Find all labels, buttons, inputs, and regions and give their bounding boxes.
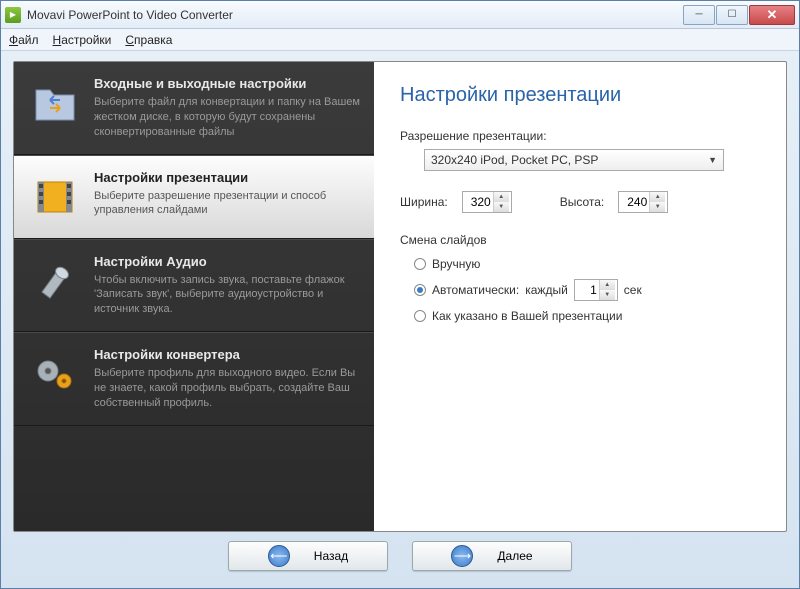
menu-file[interactable]: Файл — [9, 33, 39, 47]
radio-auto-row[interactable]: Автоматически: каждый ▲▼ сек — [414, 279, 760, 301]
megaphone-icon — [28, 254, 82, 308]
height-input[interactable] — [619, 195, 649, 209]
menu-settings[interactable]: Настройки — [53, 33, 112, 47]
folder-icon — [28, 76, 82, 130]
auto-every-label: каждый — [525, 283, 568, 297]
width-label: Ширина: — [400, 195, 448, 209]
back-button[interactable]: ⟵ Назад — [228, 541, 388, 571]
radio-manual-label: Вручную — [432, 257, 480, 271]
resolution-value: 320x240 iPod, Pocket PC, PSP — [431, 153, 598, 167]
app-icon — [5, 7, 21, 23]
sidebar-item-io-settings[interactable]: Входные и выходные настройки Выберите фа… — [14, 62, 374, 155]
radio-auto-label: Автоматически: — [432, 283, 519, 297]
radio-as-in-presentation[interactable] — [414, 310, 426, 322]
sidebar-item-converter-settings[interactable]: Настройки конвертера Выберите профиль дл… — [14, 332, 374, 426]
sidebar-item-desc: Чтобы включить запись звука, поставьте ф… — [94, 273, 360, 318]
sidebar-item-desc: Выберите разрешение презентации и способ… — [94, 189, 360, 219]
interval-input[interactable] — [575, 283, 599, 297]
sidebar: Входные и выходные настройки Выберите фа… — [14, 62, 374, 531]
radio-asin-row[interactable]: Как указано в Вашей презентации — [414, 309, 760, 323]
interval-spinner[interactable]: ▲▼ — [574, 279, 618, 301]
width-spinner[interactable]: ▲▼ — [462, 191, 512, 213]
menu-help[interactable]: Справка — [125, 33, 172, 47]
page-title: Настройки презентации — [400, 84, 760, 107]
spin-up-icon[interactable]: ▲ — [494, 192, 509, 202]
back-label: Назад — [314, 549, 348, 563]
film-icon — [28, 170, 82, 224]
resolution-dropdown[interactable]: 320x240 iPod, Pocket PC, PSP ▼ — [424, 149, 724, 171]
menubar: Файл Настройки Справка — [1, 29, 799, 51]
spin-up-icon[interactable]: ▲ — [650, 192, 665, 202]
gears-icon — [28, 347, 82, 401]
radio-manual[interactable] — [414, 258, 426, 270]
sidebar-item-desc: Выберите профиль для выходного видео. Ес… — [94, 366, 360, 411]
resolution-label: Разрешение презентации: — [400, 129, 760, 143]
chevron-down-icon: ▼ — [708, 155, 717, 165]
height-spinner[interactable]: ▲▼ — [618, 191, 668, 213]
width-input[interactable] — [463, 195, 493, 209]
sidebar-item-title: Настройки Аудио — [94, 254, 360, 269]
spin-down-icon[interactable]: ▼ — [650, 202, 665, 212]
next-button[interactable]: ⟶ Далее — [412, 541, 572, 571]
radio-manual-row[interactable]: Вручную — [414, 257, 760, 271]
spin-down-icon[interactable]: ▼ — [600, 290, 615, 300]
sidebar-item-title: Входные и выходные настройки — [94, 76, 360, 91]
spin-up-icon[interactable]: ▲ — [600, 280, 615, 290]
height-label: Высота: — [560, 195, 605, 209]
sidebar-item-title: Настройки конвертера — [94, 347, 360, 362]
auto-sec-label: сек — [624, 283, 642, 297]
minimize-button[interactable]: ─ — [683, 5, 715, 25]
footer-nav: ⟵ Назад ⟶ Далее — [13, 532, 787, 580]
window-title: Movavi PowerPoint to Video Converter — [27, 8, 683, 22]
radio-asin-label: Как указано в Вашей презентации — [432, 309, 622, 323]
arrow-right-icon: ⟶ — [451, 545, 473, 567]
radio-auto[interactable] — [414, 284, 426, 296]
next-label: Далее — [497, 549, 532, 563]
slides-section-label: Смена слайдов — [400, 233, 760, 247]
close-button[interactable]: ✕ — [749, 5, 795, 25]
arrow-left-icon: ⟵ — [268, 545, 290, 567]
sidebar-item-desc: Выберите файл для конвертации и папку на… — [94, 95, 360, 140]
content-area: Входные и выходные настройки Выберите фа… — [1, 51, 799, 588]
main-panel: Входные и выходные настройки Выберите фа… — [13, 61, 787, 532]
app-window: Movavi PowerPoint to Video Converter ─ ☐… — [0, 0, 800, 589]
titlebar: Movavi PowerPoint to Video Converter ─ ☐… — [1, 1, 799, 29]
detail-panel: Настройки презентации Разрешение презент… — [374, 62, 786, 531]
sidebar-item-title: Настройки презентации — [94, 170, 360, 185]
sidebar-item-audio-settings[interactable]: Настройки Аудио Чтобы включить запись зв… — [14, 239, 374, 333]
window-controls: ─ ☐ ✕ — [683, 5, 795, 25]
sidebar-item-presentation-settings[interactable]: Настройки презентации Выберите разрешени… — [14, 155, 374, 239]
spin-down-icon[interactable]: ▼ — [494, 202, 509, 212]
maximize-button[interactable]: ☐ — [716, 5, 748, 25]
